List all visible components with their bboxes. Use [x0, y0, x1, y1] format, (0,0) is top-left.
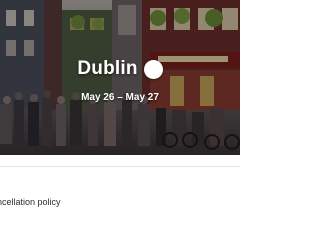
- trip-destination-title: Dublin: [77, 58, 138, 79]
- trip-title-row: Dublin: [0, 58, 240, 80]
- pencil-icon: [1, 59, 10, 68]
- cancellation-policy-link[interactable]: ncellation policy: [0, 197, 61, 207]
- trip-hero-image: Dublin May 26 – May 27: [0, 0, 240, 155]
- section-divider: [0, 166, 240, 167]
- trip-dates: May 26 – May 27: [81, 92, 159, 103]
- edit-trip-button[interactable]: [1, 59, 163, 79]
